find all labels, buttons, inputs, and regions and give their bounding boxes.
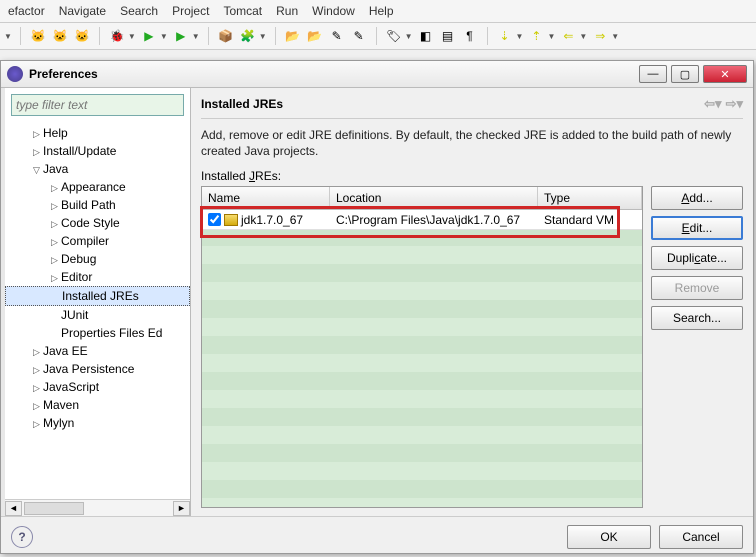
tree-node-junit[interactable]: JUnit [5, 306, 190, 324]
jre-location: C:\Program Files\Java\jdk1.7.0_67 [330, 211, 538, 229]
tree-node-java-persistence[interactable]: ▷Java Persistence [5, 360, 190, 378]
tree-node-code-style[interactable]: ▷Code Style [5, 214, 190, 232]
tree-node-help[interactable]: ▷Help [5, 124, 190, 142]
jre-checkbox[interactable] [208, 213, 221, 226]
filter-input[interactable] [16, 98, 179, 112]
run-icon[interactable]: ▶ [140, 27, 158, 45]
menu-navigate[interactable]: Navigate [59, 4, 106, 18]
cancel-button[interactable]: Cancel [659, 525, 743, 549]
tree-node-appearance[interactable]: ▷Appearance [5, 178, 190, 196]
open-folder2-icon[interactable]: 📂 [306, 27, 324, 45]
titlebar: Preferences — ▢ ✕ [1, 61, 753, 88]
duplicate-button[interactable]: Duplicate... [651, 246, 743, 270]
tree-node-compiler[interactable]: ▷Compiler [5, 232, 190, 250]
menu-bar: efactor Navigate Search Project Tomcat R… [0, 0, 756, 23]
wand-icon[interactable]: ✎ [328, 27, 346, 45]
preferences-tree[interactable]: ▷Help▷Install/Update▽Java▷Appearance▷Bui… [5, 122, 190, 499]
tag-icon[interactable]: 🏷 [385, 27, 403, 45]
help-button[interactable]: ? [11, 526, 33, 548]
table-row[interactable]: jdk1.7.0_67 C:\Program Files\Java\jdk1.7… [202, 210, 642, 230]
scroll-left-icon[interactable]: ◄ [5, 501, 22, 516]
menu-help[interactable]: Help [369, 4, 394, 18]
open-folder-icon[interactable]: 📂 [284, 27, 302, 45]
table-label: Installed JREs: [201, 169, 743, 183]
page-title: Installed JREs [201, 97, 283, 111]
pin-icon[interactable]: ¶ [461, 27, 479, 45]
menu-tomcat[interactable]: Tomcat [223, 4, 262, 18]
maximize-button[interactable]: ▢ [671, 65, 699, 83]
tree-node-editor[interactable]: ▷Editor [5, 268, 190, 286]
horizontal-scrollbar[interactable]: ◄ ► [5, 499, 190, 516]
dialog-footer: ? OK Cancel [1, 516, 753, 557]
jre-table[interactable]: Name Location Type jdk1.7.0_67 C:\Progra… [201, 186, 643, 508]
preferences-dialog: Preferences — ▢ ✕ ▷Help▷Install/Update▽J… [0, 60, 754, 554]
minimize-button[interactable]: — [639, 65, 667, 83]
jre-type: Standard VM [538, 211, 642, 229]
tree-node-maven[interactable]: ▷Maven [5, 396, 190, 414]
nav-fwd-icon[interactable]: ⇨▾ [726, 96, 743, 112]
table-header: Name Location Type [202, 187, 642, 210]
new-package-icon[interactable]: 📦 [217, 27, 235, 45]
tree-node-java[interactable]: ▽Java [5, 160, 190, 178]
preferences-tree-pane: ▷Help▷Install/Update▽Java▷Appearance▷Bui… [1, 88, 191, 516]
tomcat-start-icon[interactable]: 🐱 [29, 27, 47, 45]
dialog-title: Preferences [29, 67, 635, 81]
menu-project[interactable]: Project [172, 4, 209, 18]
run-last-icon[interactable]: ▶ [172, 27, 190, 45]
tree-node-javascript[interactable]: ▷JavaScript [5, 378, 190, 396]
tree-node-java-ee[interactable]: ▷Java EE [5, 342, 190, 360]
tree-node-build-path[interactable]: ▷Build Path [5, 196, 190, 214]
debug-icon[interactable]: 🐞 [108, 27, 126, 45]
toggle-icon[interactable]: ◧ [417, 27, 435, 45]
nav-back-icon[interactable]: ⇐ [559, 27, 577, 45]
button-column: AAdd...dd... Edit... Duplicate... Remove… [651, 186, 743, 508]
chevron-down-icon[interactable]: ▼ [4, 32, 12, 41]
preferences-page: Installed JREs ⇦▾ ⇨▾ Add, remove or edit… [191, 88, 753, 516]
tree-node-debug[interactable]: ▷Debug [5, 250, 190, 268]
step-into-icon[interactable]: ⇡ [527, 27, 545, 45]
scroll-right-icon[interactable]: ► [173, 501, 190, 516]
close-button[interactable]: ✕ [703, 65, 747, 83]
col-type[interactable]: Type [538, 187, 642, 209]
tomcat-restart-icon[interactable]: 🐱 [73, 27, 91, 45]
add-button[interactable]: AAdd...dd... [651, 186, 743, 210]
eclipse-icon [7, 66, 23, 82]
edit-button[interactable]: Edit... [651, 216, 743, 240]
page-description: Add, remove or edit JRE definitions. By … [201, 127, 743, 159]
tree-node-mylyn[interactable]: ▷Mylyn [5, 414, 190, 432]
nav-back-icon[interactable]: ⇦▾ [704, 96, 721, 112]
tree-node-installed-jres[interactable]: Installed JREs [5, 286, 190, 306]
col-name[interactable]: Name [202, 187, 330, 209]
nav-fwd-icon[interactable]: ⇒ [591, 27, 609, 45]
search-button[interactable]: Search... [651, 306, 743, 330]
menu-refactor[interactable]: efactor [8, 4, 45, 18]
tree-node-properties-files-ed[interactable]: Properties Files Ed [5, 324, 190, 342]
step-over-icon[interactable]: ⇣ [496, 27, 514, 45]
tomcat-stop-icon[interactable]: 🐱 [51, 27, 69, 45]
remove-button[interactable]: Remove [651, 276, 743, 300]
new-type-icon[interactable]: 🧩 [239, 27, 257, 45]
col-location[interactable]: Location [330, 187, 538, 209]
tree-node-install-update[interactable]: ▷Install/Update [5, 142, 190, 160]
toolbar: ▼ 🐱 🐱 🐱 🐞▼ ▶▼ ▶▼ 📦 🧩▼ 📂 📂 ✎ ✎ 🏷▼ ◧ ▤ ¶ ⇣… [0, 23, 756, 50]
wand2-icon[interactable]: ✎ [350, 27, 368, 45]
menu-run[interactable]: Run [276, 4, 298, 18]
menu-search[interactable]: Search [120, 4, 158, 18]
jre-icon [224, 214, 238, 226]
filter-box[interactable] [11, 94, 184, 116]
scroll-thumb[interactable] [24, 502, 84, 515]
menu-window[interactable]: Window [312, 4, 355, 18]
table-body: jdk1.7.0_67 C:\Program Files\Java\jdk1.7… [202, 210, 642, 507]
list-icon[interactable]: ▤ [439, 27, 457, 45]
jre-name: jdk1.7.0_67 [241, 213, 303, 227]
ok-button[interactable]: OK [567, 525, 651, 549]
